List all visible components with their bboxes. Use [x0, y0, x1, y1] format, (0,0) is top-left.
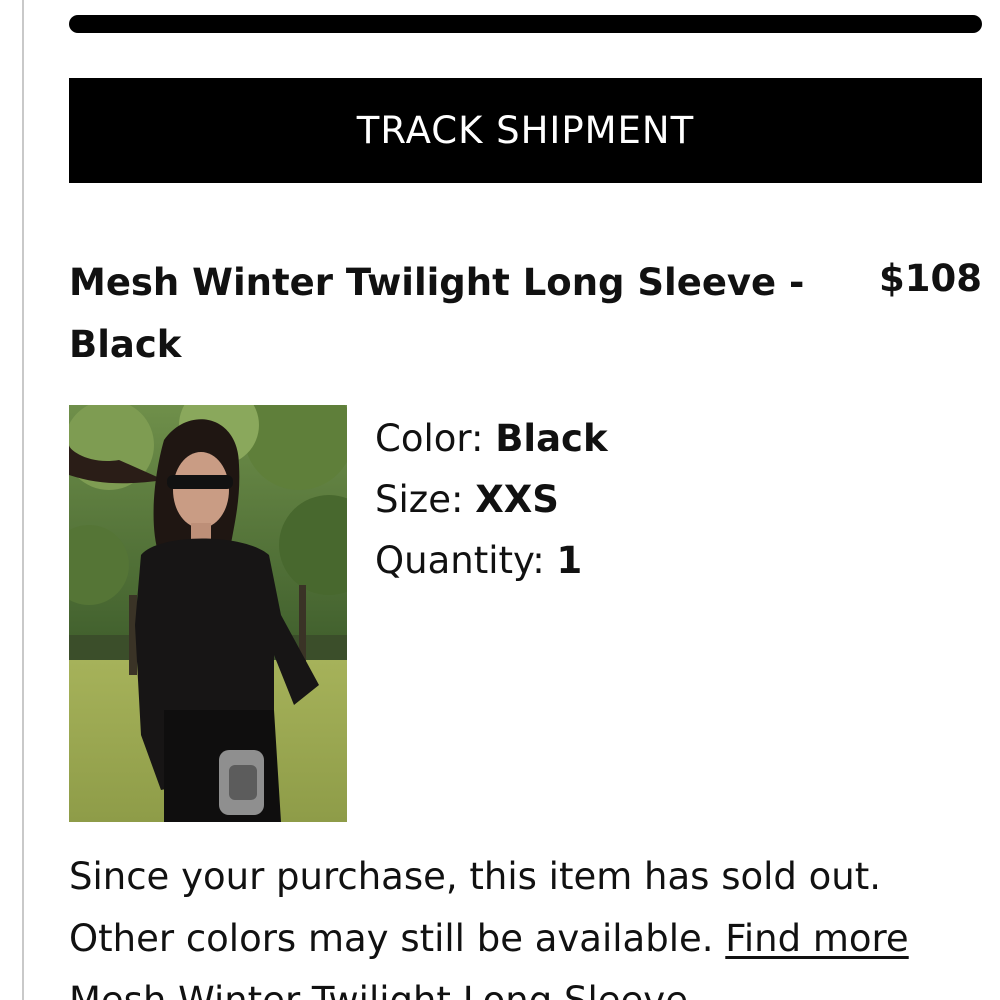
quantity-row: Quantity: 1 [375, 530, 608, 591]
size-value: XXS [475, 478, 559, 521]
product-price: $108 [879, 257, 982, 300]
track-shipment-button[interactable]: TRACK SHIPMENT [69, 78, 982, 183]
color-value: Black [495, 417, 608, 460]
product-image[interactable] [69, 405, 347, 822]
page-left-border [22, 0, 24, 1000]
size-label: Size: [375, 478, 464, 521]
quantity-value: 1 [556, 539, 583, 582]
product-details: Color: Black Size: XXS Quantity: 1 [375, 408, 608, 591]
shipment-progress-bar [69, 15, 982, 33]
quantity-label: Quantity: [375, 539, 545, 582]
sold-out-notice: Since your purchase, this item has sold … [69, 846, 984, 1000]
color-row: Color: Black [375, 408, 608, 469]
product-title[interactable]: Mesh Winter Twilight Long Sleeve - Black [69, 252, 829, 376]
size-row: Size: XXS [375, 469, 608, 530]
color-label: Color: [375, 417, 484, 460]
